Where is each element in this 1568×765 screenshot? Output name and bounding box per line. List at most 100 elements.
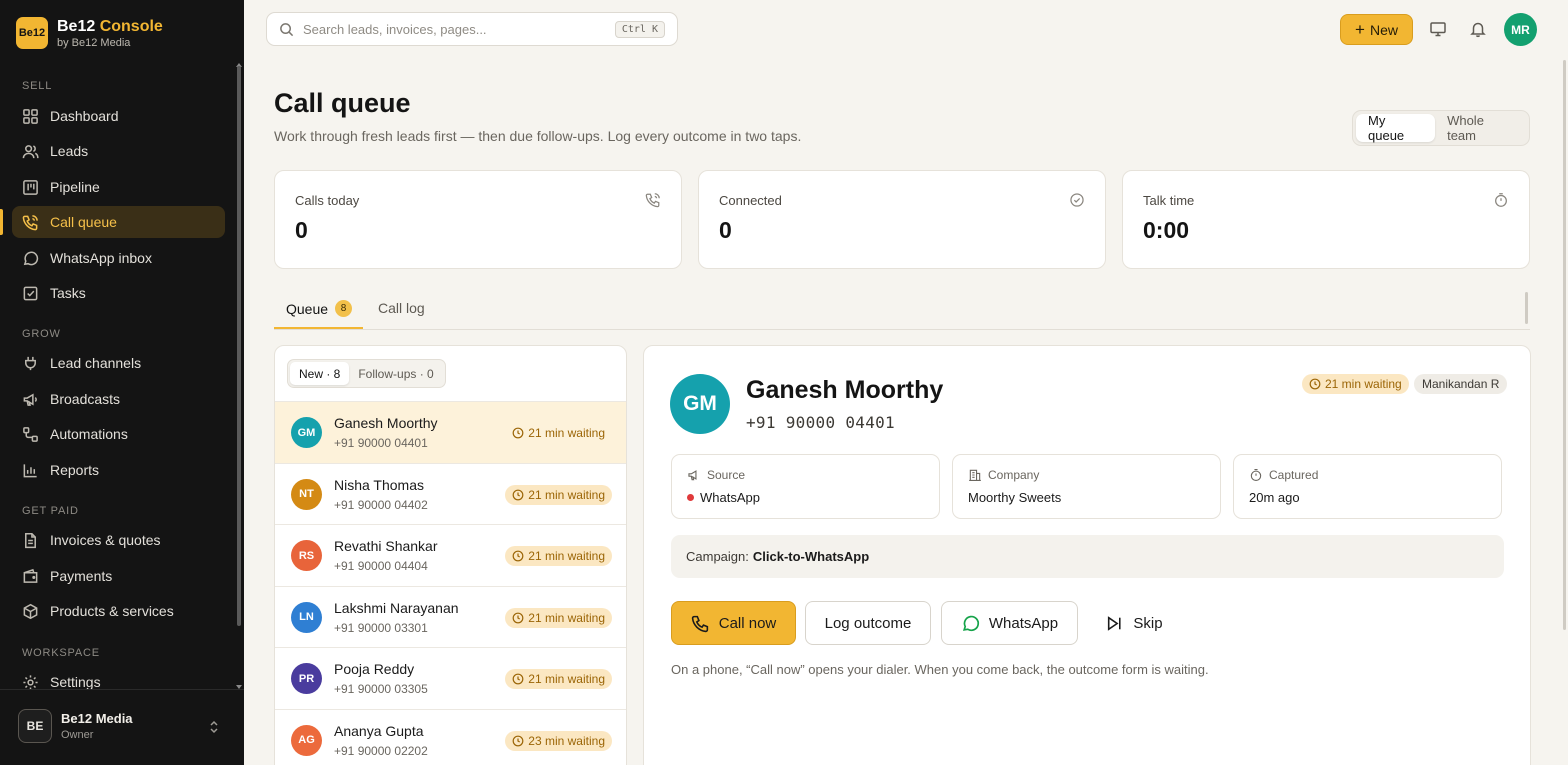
sidebar-item-invoices[interactable]: Invoices & quotes	[12, 524, 225, 556]
log-outcome-button[interactable]: Log outcome	[805, 601, 931, 645]
sidebar-item-label: Tasks	[50, 285, 86, 301]
waiting-badge: 21 min waiting	[505, 546, 612, 566]
list-item[interactable]: AG Ananya Gupta +91 90000 02202 23 min w…	[275, 708, 626, 765]
phone-icon	[691, 615, 708, 632]
scope-whole-team[interactable]: Whole team	[1435, 113, 1526, 143]
new-button[interactable]: + New	[1340, 14, 1413, 45]
stat-value: 0:00	[1143, 217, 1190, 243]
sidebar-item-lead-channels[interactable]: Lead channels	[12, 347, 225, 379]
dashboard-icon	[23, 108, 38, 124]
info-card-captured: Captured 20m ago	[1233, 454, 1502, 519]
active-indicator	[0, 209, 3, 235]
list-item[interactable]: GM Ganesh Moorthy +91 90000 04401 21 min…	[275, 401, 626, 463]
stat-value: 0	[295, 217, 308, 243]
stat-label: Talk time	[1143, 193, 1195, 208]
owner-badge: Manikandan R	[1414, 374, 1508, 394]
chevrons-up-down-icon[interactable]	[207, 719, 221, 735]
waiting-badge: 21 min waiting	[505, 607, 612, 628]
whatsapp-button[interactable]: WhatsApp	[941, 601, 1078, 645]
sidebar-item-dashboard[interactable]: Dashboard	[12, 100, 225, 132]
lead-detail-panel: GM Ganesh Moorthy +91 90000 04401 21 min…	[643, 345, 1531, 765]
list-item[interactable]: PR Pooja Reddy +91 90000 03305 21 min wa…	[275, 647, 626, 709]
sidebar-item-label: Pipeline	[50, 179, 100, 195]
waiting-badge: 21 min waiting	[505, 669, 612, 689]
phone-call-icon	[645, 193, 660, 208]
tab-active-underline	[274, 327, 363, 329]
campaign-value: Click-to-WhatsApp	[752, 549, 870, 564]
sidebar-item-products[interactable]: Products & services	[12, 595, 225, 627]
stat-card-calls-today: Calls today 0	[274, 170, 682, 269]
list-item[interactable]: RS Revathi Shankar +91 90000 04404 21 mi…	[275, 524, 626, 586]
sidebar-item-call-queue[interactable]: Call queue	[12, 206, 225, 238]
lead-name: Ganesh Moorthy	[334, 415, 438, 431]
plug-icon	[25, 356, 36, 370]
sidebar-item-payments[interactable]: Payments	[12, 560, 225, 592]
filter-new[interactable]: New · 8	[290, 362, 350, 385]
call-now-button[interactable]: Call now	[671, 601, 796, 645]
stat-value: 0	[719, 217, 732, 243]
sidebar-item-pipeline[interactable]: Pipeline	[12, 171, 225, 203]
sidebar-item-label: Dashboard	[50, 108, 119, 124]
filter-followups[interactable]: Follow-ups · 0	[349, 362, 442, 385]
workspace-switcher[interactable]: BE Be12 Media Owner	[18, 709, 133, 743]
tab-call-log[interactable]: Call log	[378, 300, 425, 316]
kanban-icon	[23, 179, 38, 195]
waiting-badge: 21 min waiting	[505, 423, 612, 443]
page-scrollbar[interactable]	[1563, 60, 1566, 630]
queue-count-badge: 8	[335, 300, 353, 317]
nav-section-grow: GROW	[22, 328, 61, 340]
divider	[0, 689, 244, 690]
stat-card-talk-time: Talk time 0:00	[1122, 170, 1530, 269]
bell-icon[interactable]	[1469, 20, 1487, 38]
info-label: Company	[968, 468, 1039, 482]
sidebar-item-automations[interactable]: Automations	[12, 418, 225, 450]
waiting-badge: 21 min waiting	[505, 484, 612, 505]
tabs-scrollbar[interactable]	[1525, 292, 1528, 324]
avatar: AG	[291, 724, 322, 756]
list-item[interactable]: NT Nisha Thomas +91 90000 04402 21 min w…	[275, 462, 626, 525]
helper-note: On a phone, “Call now” opens your dialer…	[671, 662, 1209, 677]
lead-name: Ganesh Moorthy	[746, 376, 944, 404]
waiting-badge: 21 min waiting	[1302, 374, 1409, 394]
scope-my-queue[interactable]: My queue	[1356, 113, 1436, 143]
wallet-icon	[23, 568, 38, 583]
sidebar-item-reports[interactable]: Reports	[12, 454, 225, 486]
stat-label: Connected	[719, 193, 782, 208]
lead-name: Pooja Reddy	[334, 661, 415, 677]
brand[interactable]: Be12 Be12 Console by Be12 Media	[16, 17, 163, 49]
phone-call-icon	[22, 214, 38, 230]
sidebar-scrollbar[interactable]	[237, 66, 241, 626]
megaphone-icon	[688, 470, 697, 481]
plus-icon: +	[1355, 20, 1365, 39]
sidebar-item-broadcasts[interactable]: Broadcasts	[12, 383, 225, 415]
lead-name: Nisha Thomas	[334, 476, 425, 493]
checkbox-icon	[23, 286, 38, 300]
lead-phone: +91 90000 04404	[334, 559, 428, 573]
sidebar-item-label: Products & services	[50, 603, 174, 619]
skip-forward-icon	[1108, 615, 1121, 631]
brand-logo: Be12	[16, 17, 48, 49]
avatar: GM	[670, 374, 730, 434]
monitor-icon[interactable]	[1429, 20, 1447, 38]
stat-card-connected: Connected 0	[698, 170, 1106, 269]
lead-phone: +91 90000 04401	[334, 436, 428, 450]
workspace-name: Be12 Media	[61, 711, 133, 726]
campaign-banner: Campaign: Click-to-WhatsApp	[671, 535, 1504, 578]
sidebar-item-tasks[interactable]: Tasks	[12, 277, 225, 309]
lead-phone: +91 90000 04401	[746, 413, 895, 432]
sidebar-item-leads[interactable]: Leads	[12, 135, 225, 167]
sidebar-item-settings[interactable]: Settings	[12, 666, 225, 698]
sidebar-item-whatsapp-inbox[interactable]: WhatsApp inbox	[12, 242, 225, 274]
clock-icon	[512, 489, 524, 500]
search-bar[interactable]: Ctrl K	[266, 12, 678, 46]
nav-section-workspace: WORKSPACE	[22, 647, 100, 659]
workspace-avatar: BE	[18, 709, 52, 743]
tab-queue[interactable]: Queue 8	[286, 300, 353, 317]
skip-button[interactable]: Skip	[1096, 601, 1172, 645]
building-icon	[969, 469, 981, 481]
list-item[interactable]: LN Lakshmi Narayanan +91 90000 03301 21 …	[275, 585, 626, 648]
sidebar-item-label: Automations	[50, 426, 128, 442]
search-input[interactable]	[303, 21, 603, 37]
sidebar-item-label: Payments	[50, 568, 113, 584]
user-avatar[interactable]: MR	[1504, 13, 1537, 46]
